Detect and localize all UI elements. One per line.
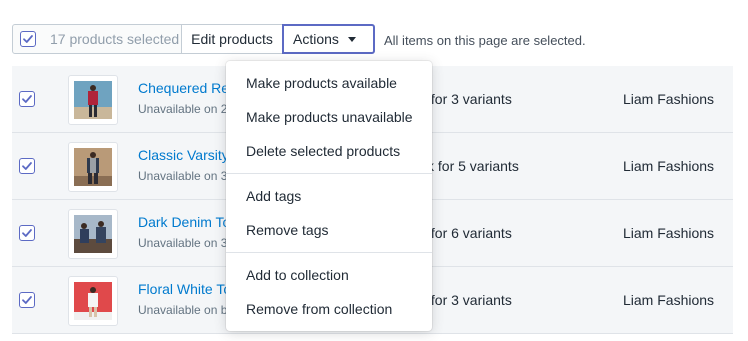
- menu-item-remove-from-collection[interactable]: Remove from collection: [226, 298, 432, 320]
- product-image-icon: [74, 148, 112, 186]
- caret-down-icon: [347, 36, 356, 42]
- select-all-checkbox[interactable]: [20, 31, 36, 47]
- product-inventory: k for 6 variants: [420, 225, 512, 241]
- selected-count-label: 17 products selected: [50, 31, 180, 47]
- product-thumbnail[interactable]: [68, 75, 118, 125]
- menu-divider: [226, 173, 432, 174]
- select-all-control[interactable]: 17 products selected: [12, 24, 182, 54]
- product-image-icon: [74, 81, 112, 119]
- product-name-link[interactable]: Chequered Re: [138, 80, 233, 96]
- product-inventory: ck for 5 variants: [420, 158, 519, 174]
- actions-button-label: Actions: [293, 31, 339, 47]
- product-status: Unavailable on 3: [138, 236, 228, 250]
- row-checkbox[interactable]: [19, 292, 35, 308]
- row-checkbox[interactable]: [19, 158, 35, 174]
- product-vendor: Liam Fashions: [623, 292, 715, 308]
- product-vendor: Liam Fashions: [623, 225, 715, 241]
- product-image-icon: [74, 282, 112, 320]
- checkmark-icon: [22, 296, 32, 304]
- product-status: Unavailable on 3: [138, 169, 228, 183]
- edit-products-button[interactable]: Edit products: [181, 24, 283, 54]
- menu-item-remove-tags[interactable]: Remove tags: [226, 219, 432, 241]
- product-thumbnail[interactable]: [68, 209, 118, 259]
- checkmark-icon: [22, 95, 32, 103]
- row-checkbox[interactable]: [19, 91, 35, 107]
- selection-note: All items on this page are selected.: [384, 33, 586, 48]
- product-name-link[interactable]: Classic Varsity: [138, 147, 233, 163]
- checkmark-icon: [22, 229, 32, 237]
- checkmark-icon: [23, 35, 33, 43]
- menu-item-make-available[interactable]: Make products available: [226, 72, 432, 94]
- product-name-link[interactable]: Floral White To: [138, 281, 233, 297]
- product-image-icon: [74, 215, 112, 253]
- product-status: Unavailable on b: [138, 303, 228, 317]
- product-status: Unavailable on 2: [138, 102, 228, 116]
- actions-dropdown-menu: Make products available Make products un…: [226, 61, 432, 331]
- product-name-link[interactable]: Dark Denim To: [138, 214, 233, 230]
- product-vendor: Liam Fashions: [623, 158, 715, 174]
- bulk-action-bar: 17 products selected Edit products Actio…: [12, 24, 375, 54]
- actions-button[interactable]: Actions: [282, 24, 375, 54]
- checkmark-icon: [22, 162, 32, 170]
- product-vendor: Liam Fashions: [623, 91, 715, 107]
- menu-divider: [226, 252, 432, 253]
- menu-item-add-tags[interactable]: Add tags: [226, 185, 432, 207]
- product-thumbnail[interactable]: [68, 142, 118, 192]
- row-checkbox[interactable]: [19, 225, 35, 241]
- menu-item-delete-products[interactable]: Delete selected products: [226, 140, 432, 162]
- product-inventory: k for 3 variants: [420, 292, 512, 308]
- menu-item-add-to-collection[interactable]: Add to collection: [226, 264, 432, 286]
- product-thumbnail[interactable]: [68, 276, 118, 326]
- product-inventory: k for 3 variants: [420, 91, 512, 107]
- menu-item-make-unavailable[interactable]: Make products unavailable: [226, 106, 432, 128]
